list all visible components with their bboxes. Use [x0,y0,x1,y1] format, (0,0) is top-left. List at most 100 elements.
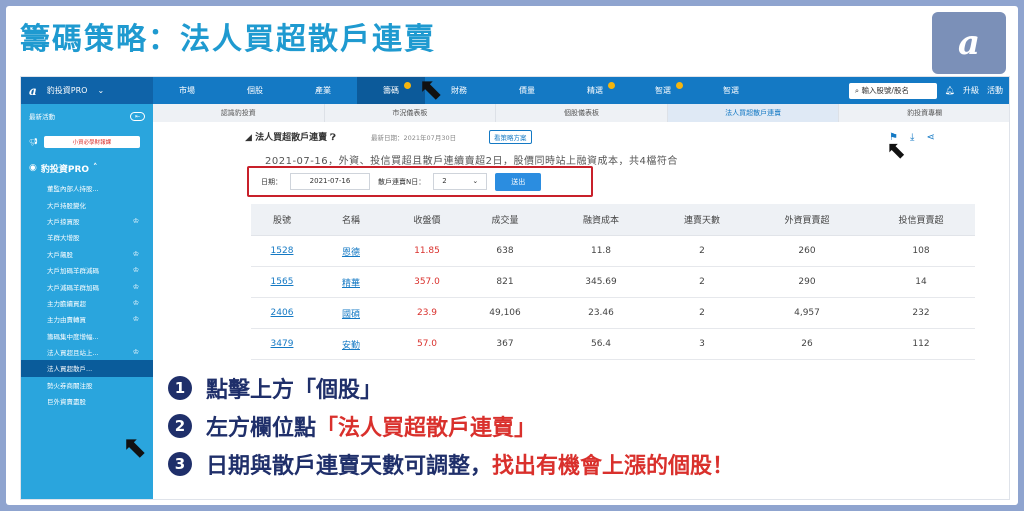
step-highlight: 找出有機會上漲的個股！ [492,454,735,479]
stock-name-link[interactable]: 精華 [313,276,389,289]
table-cell: 345.69 [585,277,617,287]
tab-stock-dashboard[interactable]: 個股儀表板 [496,104,668,122]
tab-column[interactable]: 豹投資專欄 [839,104,1009,122]
brand-menu[interactable]: a 豹投資PRO ⌄ [21,77,153,104]
table-cell: 26 [801,339,813,349]
table-row: 2406 國碩 23.9 49,106 23.46 2 4,957 232 [251,298,975,329]
step-number: 3 [168,452,192,476]
nav-smart[interactable]: 智選 [629,77,697,104]
col-header[interactable]: 投信買賣超 [867,213,975,226]
sidebar-item[interactable]: 大戶掠買股 ♔ [21,213,153,229]
nav-price-volume[interactable]: 價量 [493,77,561,104]
sidebar-section-pro[interactable]: ◉ 豹投資PRO ˄ [21,156,153,180]
brand-name: 豹投資PRO [46,86,88,95]
step-2: 2 左方欄位點 「法人買超散戶連賣」 [168,407,1018,445]
sidebar-item[interactable]: 主力由賣轉買 ♔ [21,311,153,327]
help-icon[interactable]: ❓︎ [330,133,335,143]
sidebar-item[interactable]: 大戶加碼羊群減碼 ♔ [21,262,153,278]
badge-icon [608,82,615,89]
sidebar-item[interactable]: 法人買超且站上... ♔ [21,344,153,360]
download-icon[interactable]: ⤓ [910,132,914,143]
brand-logo: a [932,12,1006,74]
sidebar-item-label: 主力由賣轉買 [47,316,86,325]
click-cursor-icon: ⬉ [122,430,148,465]
table-cell: 2 [699,246,705,256]
crown-icon: ♔ [132,266,139,275]
step-1: 1 點擊上方「個股」 [168,369,1018,407]
collapse-toggle[interactable]: ⇤ [129,111,145,121]
sidebar-item[interactable]: 大戶飆股 ♔ [21,246,153,262]
promo-banner[interactable]: 小資必學財報課 [43,136,140,148]
sidebar-promo[interactable]: 📢︎ 小資必學財報課 [21,128,153,156]
badge-icon [676,82,683,89]
col-header[interactable]: 收盤價 [389,213,465,226]
stock-code-link[interactable]: 1528 [251,246,313,256]
brand-icon: a [29,83,37,98]
col-header[interactable]: 連賣天數 [657,213,747,226]
sidebar-item[interactable]: 大戶減碼羊群加碼 ♔ [21,278,153,294]
sidebar-item[interactable]: 法人買超散戶... [21,360,153,377]
stock-code-link[interactable]: 1565 [251,277,313,287]
tab-institutional-buy[interactable]: 法人買超散戶連賣 [667,104,840,122]
table-cell: 11.8 [590,246,612,256]
days-select[interactable]: 2 ⌄ [433,173,488,190]
section-icon: ◉ [29,163,37,173]
sidebar-item[interactable]: 董監內部人持股... [21,180,153,196]
step-number: 1 [168,376,192,400]
filter-bar: 日期： 2021-07-16 散戶連賣N日： 2 ⌄ 送出 [247,166,593,197]
nav-right: ⌕ 輸入股號/股名 🔔︎ 升級 活動 [848,82,1009,99]
sidebar-item-label: 大戶減碼羊群加碼 [47,283,99,292]
sidebar-item[interactable]: 主力膽續買超 ♔ [21,295,153,311]
instruction-steps: 1 點擊上方「個股」 2 左方欄位點 「法人買超散戶連賣」 3 日期與散戶連賣天數可調整… [168,369,1018,483]
col-header[interactable]: 融資成本 [545,213,657,226]
step-highlight: 「法人買超散戶連賣」 [316,416,537,441]
date-input[interactable]: 2021-07-16 [290,173,370,190]
nav-smart-2[interactable]: 智選 [697,77,765,104]
sidebar-item[interactable]: 籌碼集中度增幅... [21,328,153,344]
strategy-button[interactable]: 看策略方案 [489,130,532,144]
col-header[interactable]: 成交量 [465,213,545,226]
col-header[interactable]: 名稱 [313,213,389,226]
upgrade-link[interactable]: 升級 [963,85,979,96]
sidebar-item-label: 主力膽續買超 [47,299,86,308]
stock-code-link[interactable]: 3479 [251,339,313,349]
tab-intro[interactable]: 認識豹投資 [153,104,325,122]
step-text: 日期與散戶連賣天數可調整， [206,454,493,479]
page-title-text: 法人買超散戶連賣 [255,133,328,143]
table-header: 股號 名稱 收盤價 成交量 融資成本 連賣天數 外資買賣超 投信買賣超 [251,204,975,236]
sidebar-item-label: 籌碼集中度增幅... [47,332,99,341]
col-header[interactable]: 外資買賣超 [747,213,867,226]
activity-link[interactable]: 活動 [987,85,1003,96]
table-cell: 2 [699,277,705,287]
nav-featured[interactable]: 精選 [561,77,629,104]
sidebar-item-label: 大戶加碼羊群減碼 [47,267,99,276]
sidebar-latest-label: 最新活動 [29,113,55,121]
nav-stock[interactable]: 個股 [221,77,289,104]
sidebar-item[interactable]: 羊群大增股 [21,229,153,245]
nav-featured-label: 精選 [587,86,603,95]
submit-button[interactable]: 送出 [495,172,542,191]
nav-chips[interactable]: 籌碼 [357,77,425,104]
nav-market[interactable]: 市場 [153,77,221,104]
share-icon[interactable]: ⋖ [926,132,934,143]
stock-name-link[interactable]: 國碩 [313,307,389,320]
sidebar-item[interactable]: 大戶持股變化 [21,196,153,212]
banner-title: 籌碼策略：法人買超散戶連賣 [20,22,436,57]
stock-name-link[interactable]: 恩德 [313,245,389,258]
sidebar-item[interactable]: 巨外資賣盡股 [21,393,153,409]
step-text: 點擊上方「個股」 [206,378,383,403]
days-label: 散戶連賣N日： [378,177,426,186]
stock-code-link[interactable]: 2406 [251,308,313,318]
crown-icon: ♔ [132,282,139,291]
stock-name-link[interactable]: 安勤 [313,338,389,351]
bell-icon[interactable]: 🔔︎ [945,86,955,95]
days-value: 2 [442,177,447,185]
tab-market-dashboard[interactable]: 市況儀表板 [325,104,497,122]
sidebar-item[interactable]: 勢火券商關注股 [21,377,153,393]
table-cell: 14 [915,277,927,287]
col-header[interactable]: 股號 [251,213,313,226]
nav-industry[interactable]: 產業 [289,77,357,104]
step-number: 2 [168,414,192,438]
sidebar-item-label: 董監內部人持股... [47,185,99,194]
search-input[interactable]: ⌕ 輸入股號/股名 [848,82,937,99]
